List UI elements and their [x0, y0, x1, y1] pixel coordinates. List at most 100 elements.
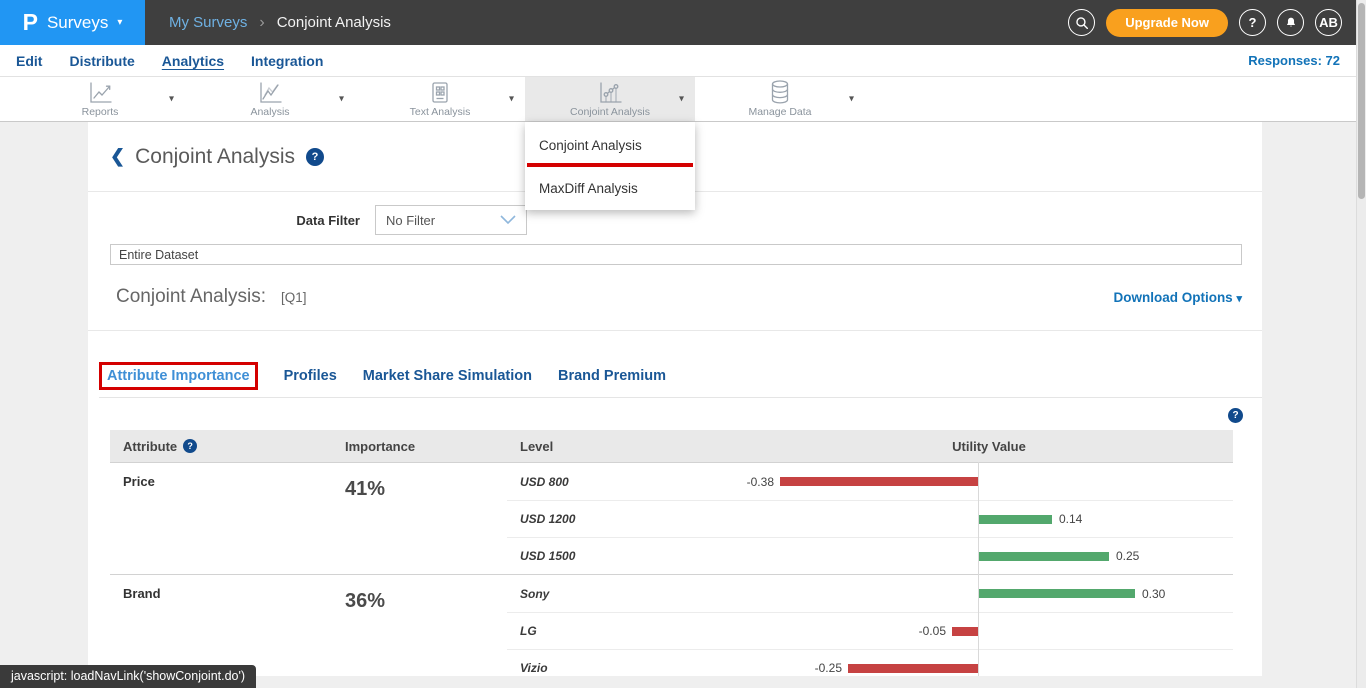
breadcrumb: My Surveys › Conjoint Analysis [169, 14, 391, 32]
dataset-value: Entire Dataset [119, 248, 198, 262]
logo-p-icon: P [23, 11, 38, 34]
question-reference: [Q1] [281, 290, 307, 305]
chevron-down-icon[interactable]: ▾ [509, 94, 514, 105]
toolbar-item-text-analysis[interactable]: Text Analysis▾ [355, 77, 525, 121]
nav-tab-analytics[interactable]: Analytics [162, 53, 224, 69]
app-logo-menu[interactable]: P Surveys ▾ [0, 0, 145, 45]
attribute-importance-table: Attribute ? Importance Level Utility Val… [110, 430, 1233, 676]
table-body: Price41%USD 800-0.38USD 12000.14USD 1500… [110, 462, 1233, 676]
download-options-link[interactable]: Download Options ▾ [1113, 290, 1242, 305]
utility-value-label: 0.30 [1142, 587, 1165, 601]
level-rows: Sony0.30LG-0.05Vizio-0.25 [507, 575, 1233, 676]
tab-attribute-importance[interactable]: Attribute Importance [99, 362, 258, 390]
avatar[interactable]: AB [1315, 9, 1342, 36]
nav-links: Edit Distribute Analytics Integration [16, 53, 323, 69]
nav-tab-distribute[interactable]: Distribute [69, 53, 134, 69]
nav-tab-integration[interactable]: Integration [251, 53, 323, 69]
chevron-down-icon[interactable]: ▾ [679, 94, 684, 105]
toolbar-item-conjoint-analysis[interactable]: Conjoint Analysis ▾ [525, 77, 695, 121]
attribute-name: Price [110, 463, 332, 574]
toolbar-item-label: Reports [82, 106, 119, 118]
chevron-down-icon[interactable]: ▾ [169, 94, 174, 105]
breadcrumb-separator-icon: › [259, 14, 264, 32]
level-row-sony: Sony0.30 [507, 575, 1233, 612]
bell-icon [1284, 16, 1298, 30]
tab-brand-premium[interactable]: Brand Premium [558, 365, 666, 387]
back-chevron-icon[interactable]: ❮ [110, 146, 125, 167]
menu-item-maxdiff-analysis[interactable]: MaxDiff Analysis [525, 170, 695, 204]
utility-value-label: -0.25 [790, 661, 842, 675]
toolbar-item-label: Manage Data [748, 106, 811, 118]
question-mark-icon: ? [1249, 15, 1257, 30]
toolbar-item-manage-data[interactable]: Manage Data ▾ [695, 77, 865, 121]
result-tabs: Attribute Importance Profiles Market Share… [99, 362, 1262, 398]
section-heading-row: Conjoint Analysis: [Q1] Download Options… [88, 286, 1262, 308]
utility-bar-cell: -0.38 [745, 463, 1233, 500]
utility-bar-cell: -0.05 [745, 613, 1233, 649]
chevron-down-icon[interactable]: ▾ [849, 94, 854, 105]
chevron-down-icon [500, 213, 516, 228]
utility-bar [979, 515, 1052, 524]
attribute-help-icon[interactable]: ? [183, 439, 197, 453]
utility-bar [848, 664, 978, 673]
upgrade-now-button[interactable]: Upgrade Now [1106, 9, 1228, 37]
data-filter-value: No Filter [386, 213, 435, 228]
column-level: Level [507, 439, 745, 454]
reports-chart-icon [87, 81, 113, 105]
utility-value-label: -0.38 [722, 475, 774, 489]
analytics-toolbar: Reports▾Analysis▾Text Analysis▾Conjoint … [0, 77, 1366, 122]
level-row-usd-1200: USD 12000.14 [507, 500, 1233, 537]
column-utility-value: Utility Value [745, 439, 1233, 454]
toolbar-item-reports[interactable]: Reports ▾ [15, 77, 185, 121]
utility-bar-cell: -0.25 [745, 650, 1233, 676]
table-help-icon[interactable]: ? [1228, 408, 1243, 423]
nav-tab-edit[interactable]: Edit [16, 53, 42, 69]
dataset-field[interactable]: Entire Dataset [110, 244, 1242, 265]
table-header: Attribute ? Importance Level Utility Val… [110, 430, 1233, 462]
toolbar-item-label: Conjoint Analysis [570, 106, 650, 118]
importance-value: 41% [332, 463, 507, 574]
utility-bar-cell: 0.14 [745, 501, 1233, 537]
chevron-down-icon[interactable]: ▾ [339, 94, 344, 105]
page-help-icon[interactable]: ? [306, 148, 324, 166]
level-name: USD 800 [507, 463, 745, 500]
importance-value: 36% [332, 575, 507, 676]
scrollbar[interactable] [1356, 0, 1366, 688]
help-button[interactable]: ? [1239, 9, 1266, 36]
level-row-lg: LG-0.05 [507, 612, 1233, 649]
column-attribute: Attribute ? [110, 439, 332, 454]
breadcrumb-current: Conjoint Analysis [277, 14, 391, 31]
notifications-button[interactable] [1277, 9, 1304, 36]
utility-bar-cell: 0.30 [745, 575, 1233, 612]
search-button[interactable] [1068, 9, 1095, 36]
tab-market-share-simulation[interactable]: Market Share Simulation [363, 365, 532, 387]
utility-bar [780, 477, 978, 486]
scrollbar-thumb[interactable] [1358, 3, 1365, 199]
topbar-actions: Upgrade Now ? AB [1068, 9, 1366, 37]
top-bar: P Surveys ▾ My Surveys › Conjoint Analys… [0, 0, 1366, 45]
utility-bar [952, 627, 978, 636]
level-name: LG [507, 613, 745, 649]
utility-bar [979, 552, 1109, 561]
level-rows: USD 800-0.38USD 12000.14USD 15000.25 [507, 463, 1233, 574]
utility-value-label: 0.25 [1116, 549, 1139, 563]
column-importance: Importance [332, 439, 507, 454]
level-row-usd-1500: USD 1500 0.25 [507, 537, 1233, 574]
data-filter-select[interactable]: No Filter [375, 205, 527, 235]
utility-value-label: 0.14 [1059, 512, 1082, 526]
level-row-usd-800: USD 800-0.38 [507, 463, 1233, 500]
conjoint-chart-icon [597, 81, 623, 105]
search-icon [1075, 16, 1089, 30]
table-help-row: ? [88, 408, 1262, 423]
menu-item-conjoint-analysis[interactable]: Conjoint Analysis [525, 127, 695, 161]
page-title: Conjoint Analysis [135, 145, 295, 169]
conjoint-dropdown-menu: Conjoint Analysis MaxDiff Analysis [525, 122, 695, 210]
breadcrumb-my-surveys[interactable]: My Surveys [169, 14, 247, 31]
toolbar-item-analysis[interactable]: Analysis▾ [185, 77, 355, 121]
level-row-vizio: Vizio-0.25 [507, 649, 1233, 676]
level-name: USD 1500 [507, 538, 745, 574]
table-group-price: Price41%USD 800-0.38USD 12000.14USD 1500… [110, 462, 1233, 574]
tab-profiles[interactable]: Profiles [284, 365, 337, 387]
table-group-brand: Brand36%Sony0.30LG-0.05Vizio-0.25 [110, 574, 1233, 676]
database-icon [768, 81, 792, 105]
